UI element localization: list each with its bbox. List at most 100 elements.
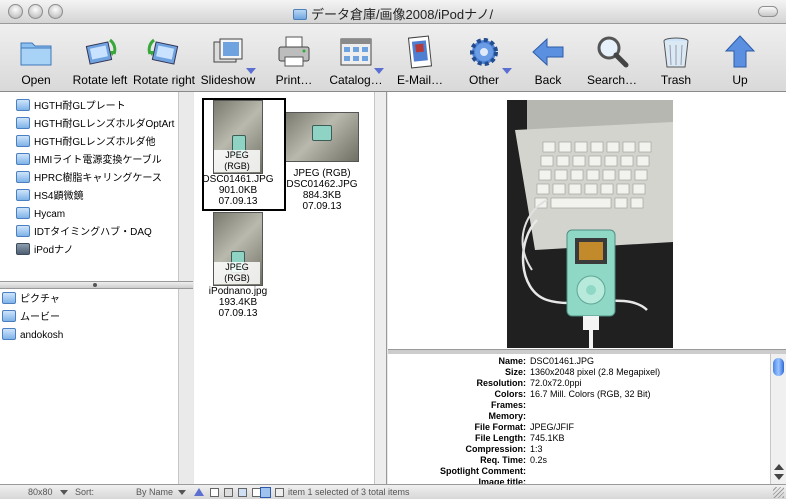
thumbnail-item[interactable]: JPEG (RGB) iPodnano.jpg 193.4KB 07.09.13 <box>198 212 278 319</box>
tree-item[interactable]: Hycam <box>16 206 65 224</box>
folder-icon <box>16 117 30 129</box>
info-key: Spotlight Comment: <box>440 466 526 476</box>
status-bar: 80x80 Sort: By Name item 1 selected of 3… <box>0 484 786 499</box>
info-key: Compression: <box>465 444 526 454</box>
tree-item-label: HGTH耐GLレンズホルダOptArt <box>34 119 175 130</box>
trash-button[interactable]: Trash <box>654 28 698 90</box>
thumbnail-image <box>285 112 359 162</box>
up-arrow-icon <box>722 34 758 70</box>
grid-view-icon[interactable] <box>238 488 247 497</box>
folder-icon <box>16 99 30 111</box>
title-bar: データ倉庫/画像2008/iPodナノ/ <box>0 0 786 24</box>
folder-icon <box>292 9 307 20</box>
folder-icon <box>16 135 30 147</box>
info-row: Name: DSC01461.JPG <box>396 356 766 367</box>
folder-tree-scrollbar[interactable] <box>178 92 193 281</box>
lock-icon[interactable] <box>224 488 233 497</box>
favorite-item[interactable]: andokosh <box>2 327 63 345</box>
scroll-thumb[interactable] <box>773 358 784 376</box>
tree-item-label: IDTタイミングハブ・DAQ <box>34 227 152 238</box>
email-icon <box>402 34 438 70</box>
info-value: 1:3 <box>530 444 543 454</box>
toolbar-toggle-button[interactable] <box>758 6 778 17</box>
tree-item-selected[interactable]: iPodナノ <box>16 242 74 260</box>
preview-pane: Name: DSC01461.JPG Size: 1360x2048 pixel (… <box>388 92 786 487</box>
favorites-scrollbar[interactable] <box>178 289 193 484</box>
info-key: Resolution: <box>476 378 527 388</box>
selection-highlight <box>202 98 286 211</box>
tree-item[interactable]: HS4顕微鏡 <box>16 188 83 206</box>
resize-grip-icon[interactable] <box>773 487 784 498</box>
tree-item-label: Hycam <box>34 209 66 220</box>
tree-item[interactable]: HGTH耐GLプレート <box>16 98 126 116</box>
thumbnail-item[interactable]: JPEG (RGB) DSC01462.JPG 884.3KB 07.09.13 <box>282 112 362 212</box>
ipod-graphic <box>312 125 332 141</box>
tree-item[interactable]: IDTタイミングハブ・DAQ <box>16 224 152 242</box>
tree-item-label: HPRC樹脂キャリングケース <box>34 173 162 184</box>
image-info-panel: Name: DSC01461.JPG Size: 1360x2048 pixel (… <box>396 354 766 487</box>
folder-tree: HGTH耐GLプレート HGTH耐GLレンズホルダOptArt HGTH耐GLレ… <box>0 92 193 281</box>
scroll-up-arrow-icon[interactable] <box>774 464 784 470</box>
tree-item-label: HS4顕微鏡 <box>34 191 84 202</box>
info-key: File Format: <box>474 422 526 432</box>
rotate-right-button[interactable]: Rotate right <box>133 28 195 90</box>
slideshow-button[interactable]: Slideshow <box>201 28 256 90</box>
folder-icon <box>2 292 16 304</box>
info-row: Memory: <box>396 411 766 422</box>
up-label: Up <box>732 73 748 87</box>
printer-icon <box>276 34 312 70</box>
tree-item[interactable]: HMIライト電源変換ケーブル <box>16 152 162 170</box>
info-key: Memory: <box>488 411 526 421</box>
back-arrow-icon <box>530 34 566 70</box>
search-button[interactable]: Search… <box>587 28 637 90</box>
tree-item-label: HGTH耐GLプレート <box>34 101 126 112</box>
preview-photo <box>507 100 673 348</box>
sort-select[interactable]: By Name <box>136 485 173 499</box>
tree-item[interactable]: HGTH耐GLレンズホルダOptArt <box>16 116 174 134</box>
thumbnail-size-select[interactable]: 80x80 <box>28 485 53 499</box>
scroll-down-arrow-icon[interactable] <box>774 474 784 480</box>
pane-splitter[interactable] <box>0 281 193 289</box>
view-option-icon[interactable] <box>210 488 219 497</box>
open-button[interactable]: Open <box>14 28 58 90</box>
folder-icon <box>2 310 16 322</box>
favorite-item[interactable]: ピクチャ <box>2 291 60 309</box>
info-value: 0.2s <box>530 455 548 465</box>
info-row: File Format: JPEG/JFIF <box>396 422 766 433</box>
folder-icon <box>16 153 30 165</box>
info-value: DSC01461.JPG <box>530 356 595 366</box>
rotate-left-icon <box>82 34 118 70</box>
dropdown-arrow-icon <box>60 490 68 495</box>
info-key: Colors: <box>494 389 527 399</box>
info-row: Frames: <box>396 400 766 411</box>
print-button[interactable]: Print… <box>272 28 316 90</box>
thumbnail-filename: DSC01462.JPG <box>286 179 358 190</box>
image-type-tag: JPEG (RGB) <box>293 168 351 179</box>
catalog-icon <box>338 34 374 70</box>
preview-view-icon[interactable] <box>275 488 284 497</box>
folder-icon <box>16 207 30 219</box>
thumbnail-scrollbar[interactable] <box>374 92 386 484</box>
favorite-item[interactable]: ムービー <box>2 309 60 327</box>
email-button[interactable]: E-Mail… <box>397 28 443 90</box>
window-title: データ倉庫/画像2008/iPodナノ/ <box>0 4 786 23</box>
slideshow-icon <box>210 34 246 70</box>
rotate-left-button[interactable]: Rotate left <box>73 28 127 90</box>
other-button[interactable]: Other <box>462 28 512 90</box>
info-view-icon[interactable] <box>260 487 271 498</box>
info-scrollbar[interactable] <box>770 354 786 484</box>
catalog-button[interactable]: Catalog… <box>329 28 384 90</box>
up-button[interactable]: Up <box>718 28 762 90</box>
folder-icon <box>16 225 30 237</box>
info-key: Req. Time: <box>480 455 526 465</box>
tree-item[interactable]: HGTH耐GLレンズホルダ他 <box>16 134 155 152</box>
info-key: Name: <box>498 356 526 366</box>
folder-icon <box>2 328 16 340</box>
rotate-right-icon <box>146 34 182 70</box>
sort-ascending-icon[interactable] <box>194 488 204 496</box>
back-button[interactable]: Back <box>526 28 570 90</box>
app-window: データ倉庫/画像2008/iPodナノ/ Open Rotate left Ro… <box>0 0 786 499</box>
thumbnail-image: JPEG (RGB) <box>213 212 263 286</box>
info-row: Resolution: 72.0x72.0ppi <box>396 378 766 389</box>
tree-item[interactable]: HPRC樹脂キャリングケース <box>16 170 162 188</box>
